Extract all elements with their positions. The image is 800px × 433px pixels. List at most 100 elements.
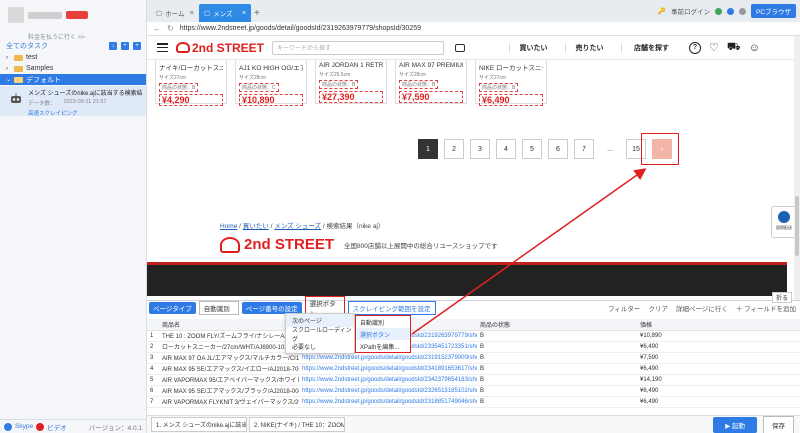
task-item[interactable]: メンズ シューズのnike.ajに該当する検索結 データ数： 2023-09-1…: [0, 86, 146, 117]
run-button[interactable]: ▶ 起動: [713, 416, 757, 433]
table-row[interactable]: 1THE 10 : ZOOM FLY/ズームフライ/ナシレーAJ4588-100…: [147, 330, 800, 342]
heart-icon[interactable]: ♡: [709, 41, 719, 54]
product-card[interactable]: AIR MAX 97 PREMIUM サイズ28cm 商品の状態：B ¥7,59…: [395, 60, 467, 104]
page-7[interactable]: 7: [574, 139, 594, 159]
site-logo[interactable]: 2nd STREET: [176, 41, 264, 55]
chevron-right-icon[interactable]: ›: [6, 55, 11, 61]
clear-button[interactable]: クリア: [648, 303, 668, 313]
scrape-scope-button[interactable]: スクレイピング範囲を設定: [347, 301, 436, 315]
option-select-button[interactable]: 選択ボタン: [356, 328, 410, 340]
detail-page-button[interactable]: 詳細ページに行く: [676, 303, 728, 313]
url-field[interactable]: https://www.2ndstreet.jp/goods/detail/go…: [180, 25, 421, 32]
col-index: [147, 319, 159, 331]
product-card[interactable]: AJ1 KO HIGH OG/エア サイズ28cm 商品の状態：C ¥10,89…: [235, 60, 307, 106]
import-icon[interactable]: ↓: [109, 42, 117, 50]
tab-mens[interactable]: ▢ メンズ ×: [199, 4, 251, 22]
step-tab-1[interactable]: 1. メンズ シューズのnike.ajに該当...: [151, 417, 247, 432]
cell-price: ¥6,490: [637, 363, 800, 375]
step-tab-2[interactable]: 2. NIKE(ナイキ) / THE 10：ZOOM...: [249, 417, 345, 432]
close-icon[interactable]: ×: [242, 10, 246, 17]
cell-index: 7: [147, 396, 159, 408]
robot-icon: [11, 93, 21, 103]
page-5[interactable]: 5: [522, 139, 542, 159]
option-auto-detect[interactable]: 自動識別: [356, 316, 410, 328]
table-row[interactable]: 5AIR VAPORMAX 95/エアベイパーマックス/ホワイト/AJ7292-…: [147, 374, 800, 386]
crumb-mens[interactable]: メンズ シューズ: [274, 223, 321, 230]
nav-buy[interactable]: 買いたい: [509, 42, 557, 53]
page-6[interactable]: 6: [548, 139, 568, 159]
login-button[interactable]: 事前ログイン: [671, 6, 710, 16]
cell-condition: B: [477, 374, 637, 386]
cell-link: https://www.2ndstreet.jp/goods/detail/go…: [299, 385, 477, 397]
crumb-home[interactable]: Home: [220, 223, 237, 230]
reload-icon[interactable]: ↻: [167, 24, 174, 33]
cell-condition: B: [477, 352, 637, 364]
product-name: AIR JORDAN 1 RETRO: [319, 62, 383, 69]
video-icon[interactable]: [36, 422, 45, 431]
add-field-button[interactable]: ＋ フィールドを追加: [736, 303, 796, 313]
product-card[interactable]: ナイキ/ローカットスニー サイズ27cm 商品の状態：B ¥4,290: [155, 60, 227, 106]
new-folder-icon[interactable]: +: [121, 42, 129, 50]
sidebar-footer: Skype ビデオ バージョン：4.0.1: [0, 419, 146, 433]
save-button[interactable]: 保存: [763, 415, 794, 433]
skype-icon[interactable]: [4, 422, 12, 431]
camera-icon[interactable]: [455, 43, 466, 52]
user-name-blurred: [28, 11, 62, 19]
key-icon[interactable]: 🔑: [658, 7, 666, 15]
folder-samples[interactable]: › Samples: [0, 63, 146, 74]
pagination: 1 2 3 4 5 6 7 ... 15 ›: [418, 139, 672, 159]
user-plan-badge[interactable]: [66, 11, 88, 19]
nav-sell[interactable]: 売りたい: [565, 42, 613, 53]
page-3[interactable]: 3: [470, 139, 490, 159]
scroll-thumb[interactable]: [795, 196, 799, 256]
close-icon[interactable]: ×: [190, 10, 194, 17]
col-product-name[interactable]: 商品名: [159, 319, 299, 331]
col-condition[interactable]: 商品の状態: [477, 319, 637, 331]
all-tasks-dropdown[interactable]: 全てのタスク: [6, 41, 105, 51]
user-icon[interactable]: ☺: [749, 42, 760, 54]
pc-browser-button[interactable]: PCブラウザ: [750, 4, 796, 18]
table-row[interactable]: 2ローカットスニーカー/27cm/WHT/AJ6900-102https://w…: [147, 341, 800, 353]
table-row[interactable]: 4AIR MAX 95 SE/エアマックス/イエロー/AJ2018-700/27…: [147, 363, 800, 375]
filter-button[interactable]: フィルター: [608, 303, 640, 313]
panel-bottom-bar: 1. メンズ シューズのnike.ajに該当... 2. NIKE(ナイキ) /…: [147, 415, 800, 433]
settings-icon[interactable]: [726, 7, 734, 15]
folder-default[interactable]: ⌄ デフォルト: [0, 74, 146, 85]
help-icon[interactable]: ?: [689, 41, 702, 54]
tab-home[interactable]: ▢ ホーム ×: [151, 4, 199, 22]
avatar[interactable]: [8, 7, 24, 23]
crumb-buy[interactable]: 買いたい: [243, 223, 269, 230]
add-task-icon[interactable]: +: [133, 42, 141, 50]
page-type-select[interactable]: 自動識別: [198, 301, 239, 315]
product-card[interactable]: AIR JORDAN 1 RETRO サイズ25.5cm 商品の状態：B ¥27…: [315, 60, 387, 104]
page-4[interactable]: 4: [496, 139, 516, 159]
back-icon[interactable]: ←: [153, 24, 161, 33]
site-search-input[interactable]: キーワードから探す: [272, 40, 445, 55]
col-price[interactable]: 価格: [637, 319, 800, 331]
fold-button[interactable]: 折る: [771, 292, 792, 303]
page-2[interactable]: 2: [444, 139, 464, 159]
video-link[interactable]: ビデオ: [47, 422, 67, 432]
chevron-right-icon[interactable]: ›: [6, 66, 11, 72]
option-edit-xpath[interactable]: XPathを編集...: [356, 340, 410, 352]
product-card[interactable]: NIKE ローカットスニー サイズ27cm 商品の状態：B ¥6,490: [475, 60, 547, 106]
page-ellipsis: ...: [600, 139, 620, 159]
folder-test[interactable]: › test: [0, 52, 146, 63]
table-row[interactable]: 3AIR MAX 97 OA JL/エアマックス/マルチカラー/CI1508-1…: [147, 352, 800, 364]
page-1[interactable]: 1: [418, 139, 438, 159]
option-scroll-loading[interactable]: スクロールローディング: [286, 327, 354, 343]
new-tab-icon[interactable]: +: [254, 8, 260, 19]
cart-icon[interactable]: ⛟: [727, 41, 741, 55]
clean-icon[interactable]: [738, 7, 746, 15]
tab-label: メンズ: [213, 11, 233, 18]
skype-link[interactable]: Skype: [15, 423, 33, 430]
folder-icon: [14, 54, 23, 61]
menu-icon[interactable]: [157, 43, 168, 52]
nav-find-store[interactable]: 店舗を探す: [621, 42, 681, 53]
table-row[interactable]: 6AIR MAX 95 SE/エアマックス/ブラック/AJ2018-004/27…: [147, 385, 800, 397]
chevron-down-icon[interactable]: ⌄: [6, 76, 11, 83]
table-row[interactable]: 7AIR VAPORMAX FLYKNIT 3/ヴェイパーマックス/29cm/W…: [147, 396, 800, 408]
user-area[interactable]: [0, 0, 146, 30]
product-condition: 商品の状態：B: [159, 83, 199, 92]
page-scrollbar[interactable]: [794, 36, 800, 300]
